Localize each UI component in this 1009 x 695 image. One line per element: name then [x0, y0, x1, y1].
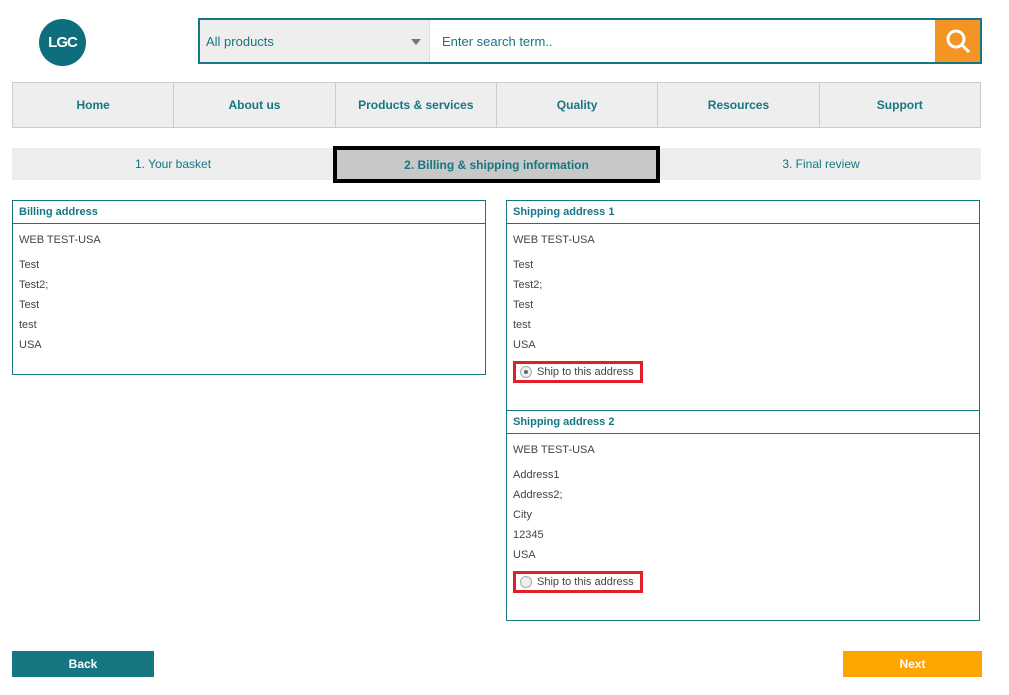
main-nav: Home About us Products & services Qualit…: [12, 82, 981, 128]
nav-quality[interactable]: Quality: [497, 83, 659, 127]
step-billing-shipping: 2. Billing & shipping information: [333, 146, 660, 183]
search-input[interactable]: [430, 20, 935, 62]
lgc-logo[interactable]: LGC: [39, 19, 86, 66]
search-icon: [946, 29, 970, 54]
billing-address-panel: Billing address WEB TEST-USA Test Test2;…: [12, 200, 486, 375]
radio-selected-icon[interactable]: [520, 366, 532, 378]
address-line: Test: [513, 259, 534, 271]
panel-title: Shipping address 2: [507, 411, 979, 434]
nav-support[interactable]: Support: [820, 83, 980, 127]
search-bar: All products: [198, 18, 982, 64]
address-line: Test: [513, 299, 534, 311]
nav-about-us[interactable]: About us: [174, 83, 336, 127]
panel-title: Billing address: [13, 201, 485, 224]
address-line: Address1: [513, 469, 560, 481]
address-line: Address2;: [513, 489, 563, 501]
address-line: USA: [513, 549, 536, 561]
address-line: WEB TEST-USA: [19, 234, 101, 246]
nav-products-services[interactable]: Products & services: [336, 83, 497, 127]
next-button[interactable]: Next: [843, 651, 982, 677]
address-line: USA: [19, 339, 42, 351]
address-line: Test: [19, 259, 40, 271]
chevron-down-icon: [411, 39, 421, 45]
address-line: USA: [513, 339, 536, 351]
address-line: Test: [19, 299, 40, 311]
checkout-steps: 1. Your basket 2. Billing & shipping inf…: [12, 146, 981, 183]
nav-resources[interactable]: Resources: [658, 83, 820, 127]
category-value: All products: [206, 33, 274, 49]
address-line: test: [19, 319, 37, 331]
radio-label: Ship to this address: [537, 366, 634, 378]
panel-title: Shipping address 1: [507, 201, 979, 224]
radio-unselected-icon[interactable]: [520, 576, 532, 588]
ship-to-address-2-radio[interactable]: Ship to this address: [513, 571, 643, 593]
shipping-address-1-panel: Shipping address 1 WEB TEST-USA Test Tes…: [506, 200, 980, 411]
ship-to-address-1-radio[interactable]: Ship to this address: [513, 361, 643, 383]
address-line: 12345: [513, 529, 544, 541]
back-button[interactable]: Back: [12, 651, 154, 677]
nav-home[interactable]: Home: [13, 83, 175, 127]
step-basket[interactable]: 1. Your basket: [12, 148, 334, 180]
search-button[interactable]: [935, 20, 980, 62]
address-line: test: [513, 319, 531, 331]
address-line: Test2;: [513, 279, 543, 291]
category-select[interactable]: All products: [200, 20, 430, 62]
address-line: WEB TEST-USA: [513, 234, 595, 246]
address-line: Test2;: [19, 279, 49, 291]
radio-label: Ship to this address: [537, 576, 634, 588]
shipping-address-2-panel: Shipping address 2 WEB TEST-USA Address1…: [506, 410, 980, 621]
address-line: City: [513, 509, 532, 521]
address-line: WEB TEST-USA: [513, 444, 595, 456]
step-final-review: 3. Final review: [782, 157, 860, 171]
